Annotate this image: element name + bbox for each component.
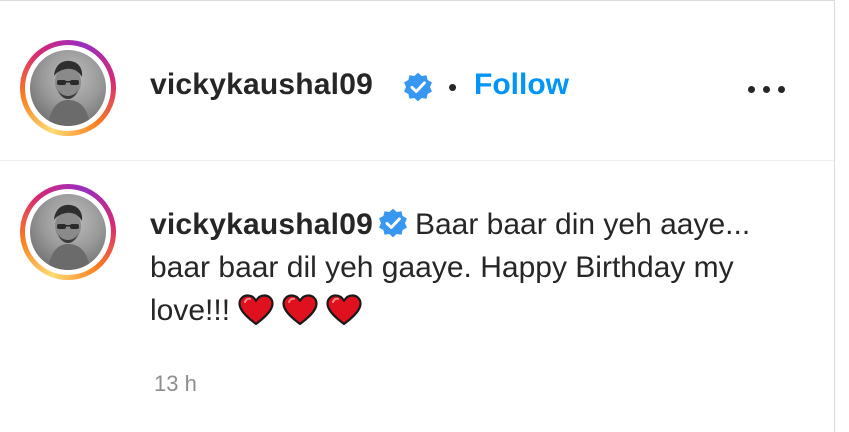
profile-photo [30, 50, 106, 126]
post-panel: vickykaushal09 • Follow vickykaushal09 B… [0, 0, 835, 432]
separator-dot: • [448, 72, 458, 102]
follow-button[interactable]: Follow [474, 68, 569, 102]
red-heart-icon [326, 294, 362, 326]
post-header: vickykaushal09 • Follow [0, 2, 834, 161]
comment-avatar[interactable] [20, 184, 116, 280]
post-author-username[interactable]: vickykaushal09 [150, 68, 373, 102]
comment-timestamp[interactable]: 13 h [154, 371, 197, 397]
red-heart-icon [238, 294, 274, 326]
red-heart-icon [282, 294, 318, 326]
verified-badge-icon [404, 72, 432, 102]
caption-comment: vickykaushal09 Baar baar din yeh aaye...… [150, 203, 790, 332]
comment-author-username[interactable]: vickykaushal09 [150, 208, 373, 241]
verified-badge-icon [379, 208, 407, 238]
avatar[interactable] [20, 40, 116, 136]
more-options-icon[interactable] [744, 74, 788, 104]
profile-photo [30, 194, 106, 270]
